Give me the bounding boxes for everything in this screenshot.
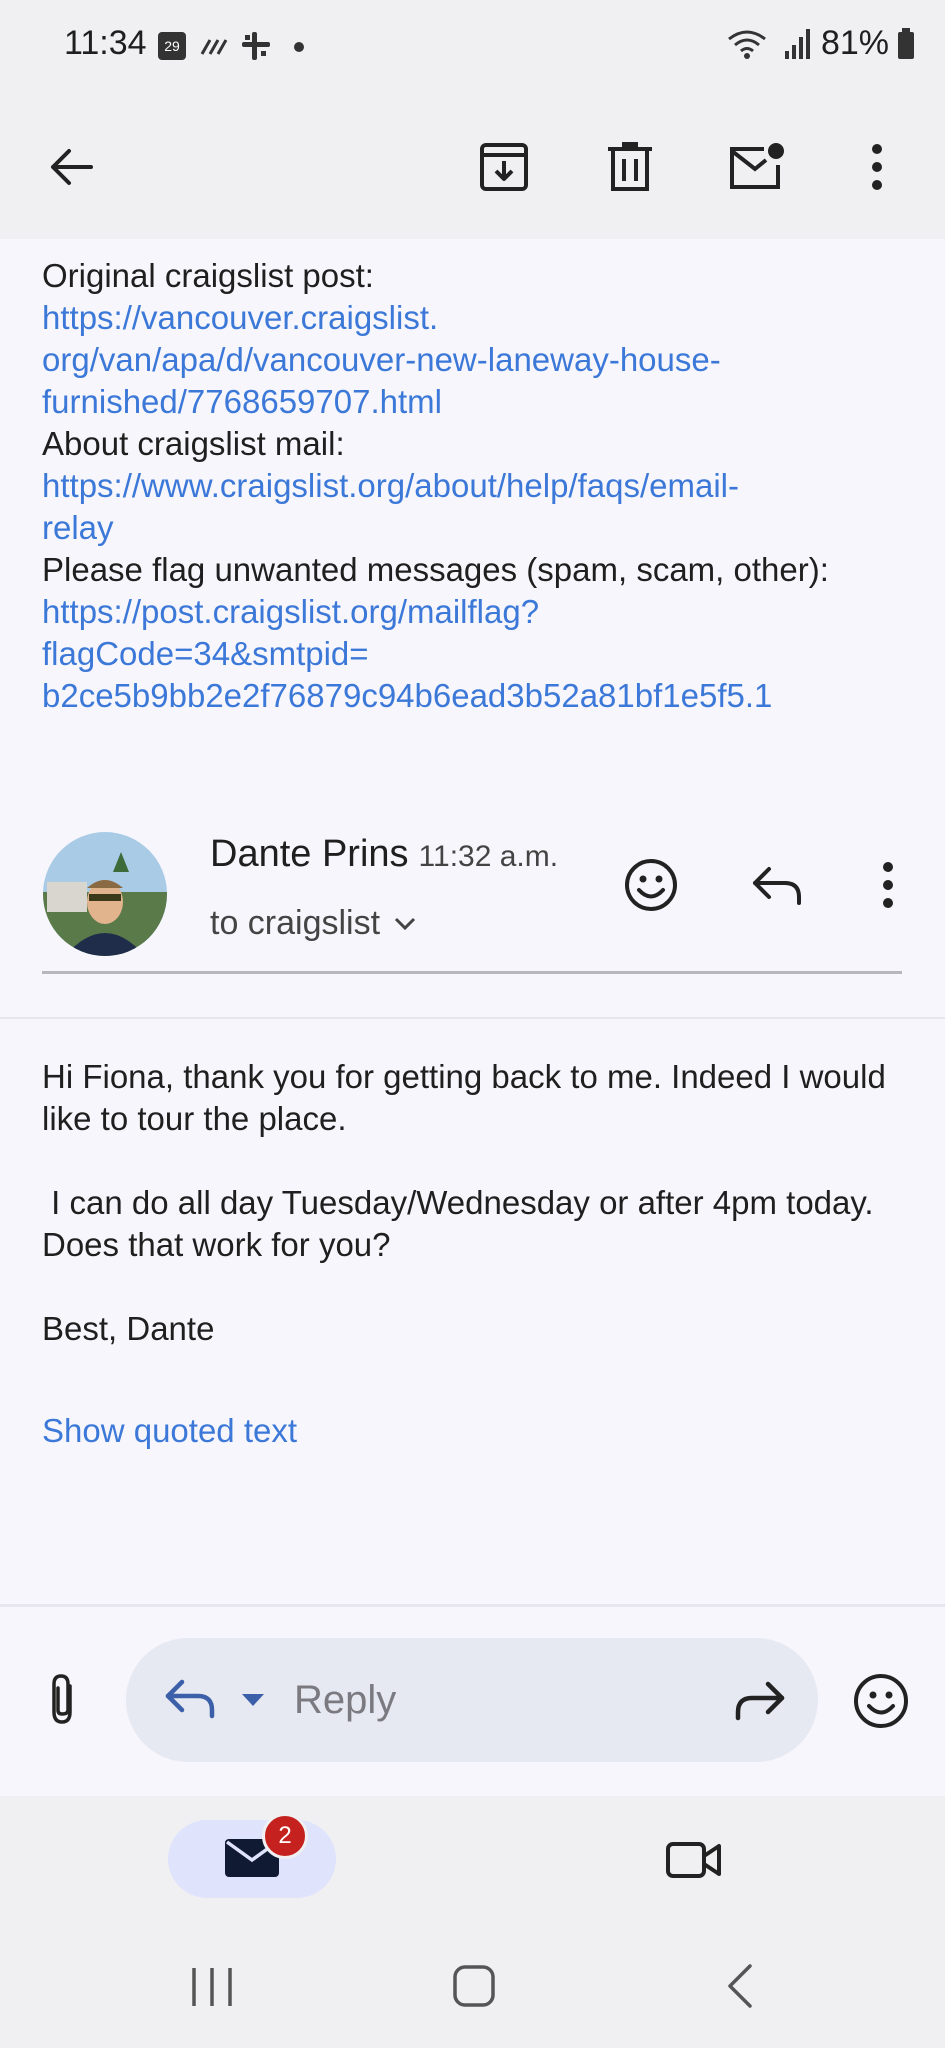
post-link[interactable]: https://vancouver.craigslist. [42, 297, 912, 339]
mark-unread-icon [730, 143, 784, 189]
reply-mode-dropdown[interactable] [240, 1692, 266, 1713]
more-vert-icon [883, 862, 893, 908]
battery-percent: 81% [820, 24, 889, 62]
emoji-button[interactable] [852, 1672, 910, 1735]
mail-relay-link[interactable]: relay [42, 507, 912, 549]
forward-icon [735, 1681, 785, 1721]
avatar[interactable] [43, 832, 167, 956]
home-icon [453, 1965, 495, 2007]
signature-divider [42, 971, 902, 974]
post-link[interactable]: org/van/apa/d/vancouver-new-laneway-hous… [42, 339, 912, 381]
emoji-icon [854, 1674, 908, 1728]
reply-button[interactable] [742, 850, 812, 920]
top-app-bar [0, 92, 945, 239]
more-vert-icon [872, 144, 882, 190]
mark-unread-button[interactable] [721, 132, 791, 202]
sender-photo [43, 832, 167, 956]
post-link[interactable]: furnished/7768659707.html [42, 381, 912, 423]
forward-button[interactable] [734, 1678, 786, 1727]
reply-icon [165, 1679, 215, 1719]
status-right: 81% [725, 24, 915, 63]
reply-mode-button[interactable] [160, 1674, 218, 1727]
reply-icon [753, 867, 801, 905]
slack-icon [242, 32, 270, 60]
react-emoji-button[interactable] [616, 850, 686, 920]
mail-relay-link[interactable]: https://www.craigslist.org/about/help/fa… [42, 465, 912, 507]
message-body: Hi Fiona, thank you for getting back to … [42, 1056, 912, 1350]
attachment-icon [52, 1674, 72, 1724]
attach-button[interactable] [40, 1672, 86, 1733]
wifi-icon [728, 30, 766, 59]
calendar-icon: 29 [158, 32, 186, 60]
home-button[interactable] [452, 1964, 496, 2013]
status-bar: 11:34 29 81% [0, 0, 945, 92]
system-back-button[interactable] [724, 1962, 756, 2015]
unread-badge: 2 [262, 1813, 308, 1859]
recent-apps-icon [192, 1968, 232, 2006]
chevron-left-icon [728, 1964, 752, 2008]
video-camera-icon [666, 1842, 721, 1878]
mailflag-link[interactable]: https://post.craigslist.org/mailflag? [42, 591, 912, 633]
status-time: 11:34 [64, 24, 147, 62]
more-options-button[interactable] [842, 132, 912, 202]
delete-icon [608, 142, 652, 191]
delete-button[interactable] [595, 132, 665, 202]
show-quoted-text-link[interactable]: Show quoted text [42, 1412, 297, 1450]
nav-meet-tab[interactable] [665, 1838, 723, 1887]
caret-down-icon [242, 1694, 264, 1706]
notification-dot-icon [294, 42, 304, 52]
reply-placeholder[interactable]: Reply [294, 1678, 396, 1723]
body-paragraph: Hi Fiona, thank you for getting back to … [42, 1058, 886, 1137]
recipient-label: to craigslist [210, 904, 381, 942]
footer-line: Original craigslist post: [42, 257, 374, 294]
message-more-button[interactable] [853, 850, 923, 920]
footer-line: About craigslist mail: [42, 425, 345, 462]
signal-slash-icon [200, 39, 228, 55]
body-paragraph: Best, Dante [42, 1310, 215, 1347]
previous-message-footer: Original craigslist post: https://vancou… [42, 255, 912, 717]
archive-icon [480, 143, 528, 191]
sender-name[interactable]: Dante Prins [210, 833, 409, 875]
recent-apps-button[interactable] [190, 1966, 234, 2013]
mailflag-link[interactable]: b2ce5b9bb2e2f76879c94b6ead3b52a81bf1e5f5… [42, 675, 912, 717]
cell-signal-icon [784, 28, 810, 59]
reply-field[interactable] [126, 1638, 818, 1762]
battery-icon [898, 27, 914, 59]
chevron-down-icon [395, 917, 416, 930]
back-button[interactable] [36, 132, 106, 202]
message-time: 11:32 a.m. [418, 840, 559, 873]
archive-button[interactable] [469, 132, 539, 202]
message-divider [0, 1017, 945, 1019]
sender-line: Dante Prins 11:32 a.m. [210, 833, 558, 876]
footer-line: Please flag unwanted messages (spam, sca… [42, 551, 829, 588]
recipient-details[interactable]: to craigslist [210, 904, 416, 943]
mailflag-link[interactable]: flagCode=34&smtpid= [42, 633, 912, 675]
reply-bar-divider [0, 1604, 945, 1607]
back-arrow-icon [51, 149, 93, 185]
emoji-icon [625, 859, 677, 911]
body-paragraph: I can do all day Tuesday/Wednesday or af… [42, 1184, 883, 1263]
